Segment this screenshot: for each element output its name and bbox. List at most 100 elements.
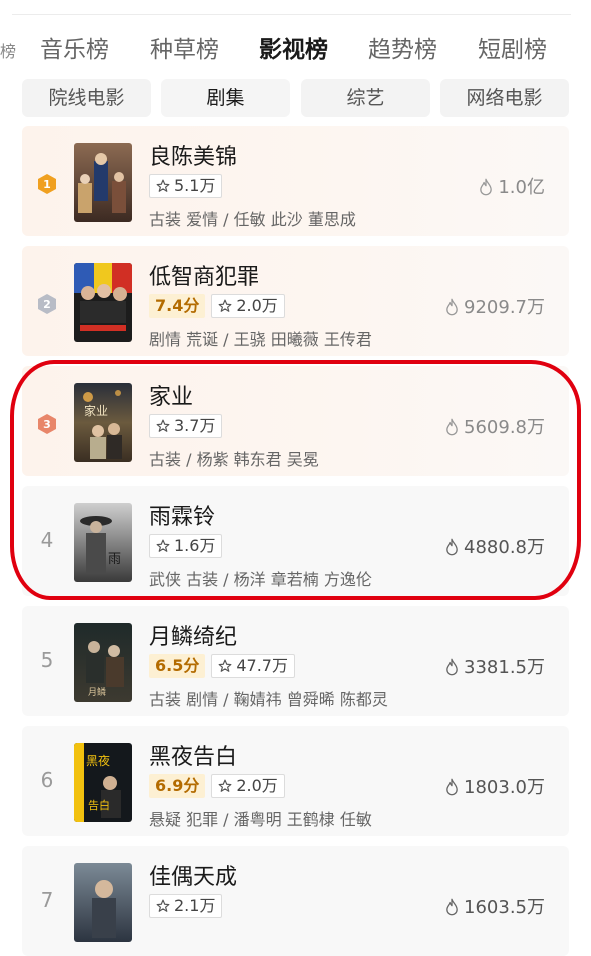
tab-trend[interactable]: 趋势榜 bbox=[368, 30, 437, 64]
tags: 1.6万 bbox=[149, 534, 223, 558]
score-tag: 6.9分 bbox=[149, 774, 206, 798]
poster-image[interactable]: 雨 bbox=[74, 503, 132, 582]
rank-number: 4 bbox=[40, 528, 54, 552]
svg-text:月鳞: 月鳞 bbox=[88, 686, 106, 698]
tab-short-drama[interactable]: 短剧榜 bbox=[478, 30, 547, 64]
show-title[interactable]: 月鳞绮纪 bbox=[149, 619, 237, 651]
show-meta: 古装 爱情 / 任敏 此沙 董思成 bbox=[149, 210, 356, 229]
favorites-tag: 3.7万 bbox=[149, 414, 223, 438]
heat-value: 1603.5万 bbox=[444, 893, 545, 919]
subtab-web-film[interactable]: 网络电影 bbox=[440, 79, 569, 117]
favorites-count: 1.6万 bbox=[174, 536, 216, 555]
list-item[interactable]: 4 雨 雨霖铃 1.6万 武侠 古装 / 杨洋 章若楠 方逸伦 4880.8万 bbox=[22, 486, 569, 596]
tags: 5.1万 bbox=[149, 174, 223, 198]
star-outline-icon bbox=[218, 659, 232, 672]
show-title[interactable]: 低智商犯罪 bbox=[149, 259, 259, 291]
list-item[interactable]: 1 良陈美锦 5.1万 古装 爱情 / 任敏 此沙 董思成 1.0亿 bbox=[22, 126, 569, 236]
flame-icon bbox=[480, 178, 493, 196]
poster-image[interactable]: 家业 bbox=[74, 383, 132, 462]
poster-image[interactable]: 黑夜 告白 bbox=[74, 743, 132, 822]
score-tag: 7.4分 bbox=[149, 294, 206, 318]
star-outline-icon bbox=[156, 179, 170, 192]
bronze-rank-badge-icon: 3 bbox=[38, 414, 56, 434]
favorites-count: 3.7万 bbox=[174, 416, 216, 435]
svg-text:家业: 家业 bbox=[84, 403, 108, 418]
flame-icon bbox=[446, 418, 458, 436]
favorites-tag: 2.0万 bbox=[211, 294, 285, 318]
gold-rank-badge-icon: 1 bbox=[38, 174, 56, 194]
rank-number: 6 bbox=[40, 768, 54, 792]
show-title[interactable]: 家业 bbox=[149, 379, 193, 411]
favorites-count: 5.1万 bbox=[174, 176, 216, 195]
favorites-tag: 5.1万 bbox=[149, 174, 223, 198]
subcategory-tabs: 院线电影 剧集 综艺 网络电影 bbox=[0, 79, 591, 117]
poster-image[interactable] bbox=[74, 143, 132, 222]
flame-icon bbox=[446, 658, 458, 676]
show-meta: 武侠 古装 / 杨洋 章若楠 方逸伦 bbox=[149, 570, 372, 589]
flame-icon bbox=[446, 898, 458, 916]
heat-number: 9209.7万 bbox=[464, 297, 545, 318]
heat-number: 5609.8万 bbox=[464, 417, 545, 438]
favorites-count: 2.1万 bbox=[174, 896, 216, 915]
tab-recommend[interactable]: 种草榜 bbox=[150, 30, 219, 64]
tags: 3.7万 bbox=[149, 414, 223, 438]
tab-music[interactable]: 音乐榜 bbox=[40, 30, 109, 64]
heat-number: 4880.8万 bbox=[464, 537, 545, 558]
show-meta: 古装 剧情 / 鞠婧祎 曾舜晞 陈都灵 bbox=[149, 690, 388, 709]
heat-value: 3381.5万 bbox=[444, 653, 545, 679]
star-outline-icon bbox=[156, 419, 170, 432]
poster-image[interactable]: 月鳞 bbox=[74, 623, 132, 702]
favorites-count: 2.0万 bbox=[236, 296, 278, 315]
star-outline-icon bbox=[156, 539, 170, 552]
rank-number: 7 bbox=[40, 888, 54, 912]
subtab-variety[interactable]: 综艺 bbox=[301, 79, 430, 117]
subtab-cinema-film[interactable]: 院线电影 bbox=[22, 79, 151, 117]
svg-text:黑夜: 黑夜 bbox=[86, 753, 110, 768]
heat-value: 4880.8万 bbox=[444, 533, 545, 559]
favorites-count: 47.7万 bbox=[236, 656, 288, 675]
list-item[interactable]: 7 佳偶天成 2.1万 1603.5万 bbox=[22, 846, 569, 956]
show-title[interactable]: 雨霖铃 bbox=[149, 499, 215, 531]
show-title[interactable]: 佳偶天成 bbox=[149, 859, 237, 891]
show-title[interactable]: 黑夜告白 bbox=[149, 739, 237, 771]
show-meta: 剧情 荒诞 / 王骁 田曦薇 王传君 bbox=[149, 330, 372, 349]
heat-number: 3381.5万 bbox=[464, 657, 545, 678]
svg-text:雨: 雨 bbox=[108, 552, 121, 567]
show-meta: 古装 / 杨紫 韩东君 吴冕 bbox=[149, 450, 319, 469]
svg-text:1: 1 bbox=[43, 178, 51, 191]
poster-image[interactable] bbox=[74, 263, 132, 342]
show-title[interactable]: 良陈美锦 bbox=[149, 139, 237, 171]
list-item[interactable]: 3 家业 家业 3.7万 古装 / 杨紫 韩东君 吴冕 5609.8万 bbox=[22, 366, 569, 476]
tags: 6.9分 2.0万 bbox=[149, 774, 285, 798]
show-meta: 悬疑 犯罪 / 潘粤明 王鹤棣 任敏 bbox=[149, 810, 372, 829]
rank-number: 5 bbox=[40, 648, 54, 672]
svg-text:告白: 告白 bbox=[88, 798, 110, 812]
heat-number: 1803.0万 bbox=[464, 777, 545, 798]
tab-film-tv[interactable]: 影视榜 bbox=[259, 30, 328, 64]
flame-icon bbox=[446, 298, 458, 316]
tags: 6.5分 47.7万 bbox=[149, 654, 295, 678]
heat-number: 1.0亿 bbox=[498, 177, 545, 198]
list-item[interactable]: 5 月鳞 月鳞绮纪 6.5分 47.7万 古装 剧情 / 鞠婧祎 曾舜晞 陈都灵… bbox=[22, 606, 569, 716]
favorites-tag: 1.6万 bbox=[149, 534, 223, 558]
tags: 7.4分 2.0万 bbox=[149, 294, 285, 318]
favorites-tag: 47.7万 bbox=[211, 654, 295, 678]
flame-icon bbox=[446, 538, 458, 556]
silver-rank-badge-icon: 2 bbox=[38, 294, 56, 314]
heat-value: 1803.0万 bbox=[444, 773, 545, 799]
svg-text:2: 2 bbox=[43, 298, 51, 311]
subtab-series[interactable]: 剧集 bbox=[161, 79, 290, 117]
heat-value: 9209.7万 bbox=[444, 293, 545, 319]
heat-value: 5609.8万 bbox=[444, 413, 545, 439]
heat-number: 1603.5万 bbox=[464, 897, 545, 918]
star-outline-icon bbox=[218, 779, 232, 792]
favorites-tag: 2.0万 bbox=[211, 774, 285, 798]
top-divider bbox=[12, 14, 571, 15]
score-tag: 6.5分 bbox=[149, 654, 206, 678]
list-item[interactable]: 6 黑夜 告白 黑夜告白 6.9分 2.0万 悬疑 犯罪 / 潘粤明 王鹤棣 任… bbox=[22, 726, 569, 836]
poster-image[interactable] bbox=[74, 863, 132, 942]
list-item[interactable]: 2 低智商犯罪 7.4分 2.0万 剧情 荒诞 / 王骁 田曦薇 王传君 920 bbox=[22, 246, 569, 356]
favorites-tag: 2.1万 bbox=[149, 894, 223, 918]
star-outline-icon bbox=[156, 899, 170, 912]
category-tabs: 音乐榜 种草榜 影视榜 趋势榜 短剧榜 bbox=[0, 30, 591, 74]
